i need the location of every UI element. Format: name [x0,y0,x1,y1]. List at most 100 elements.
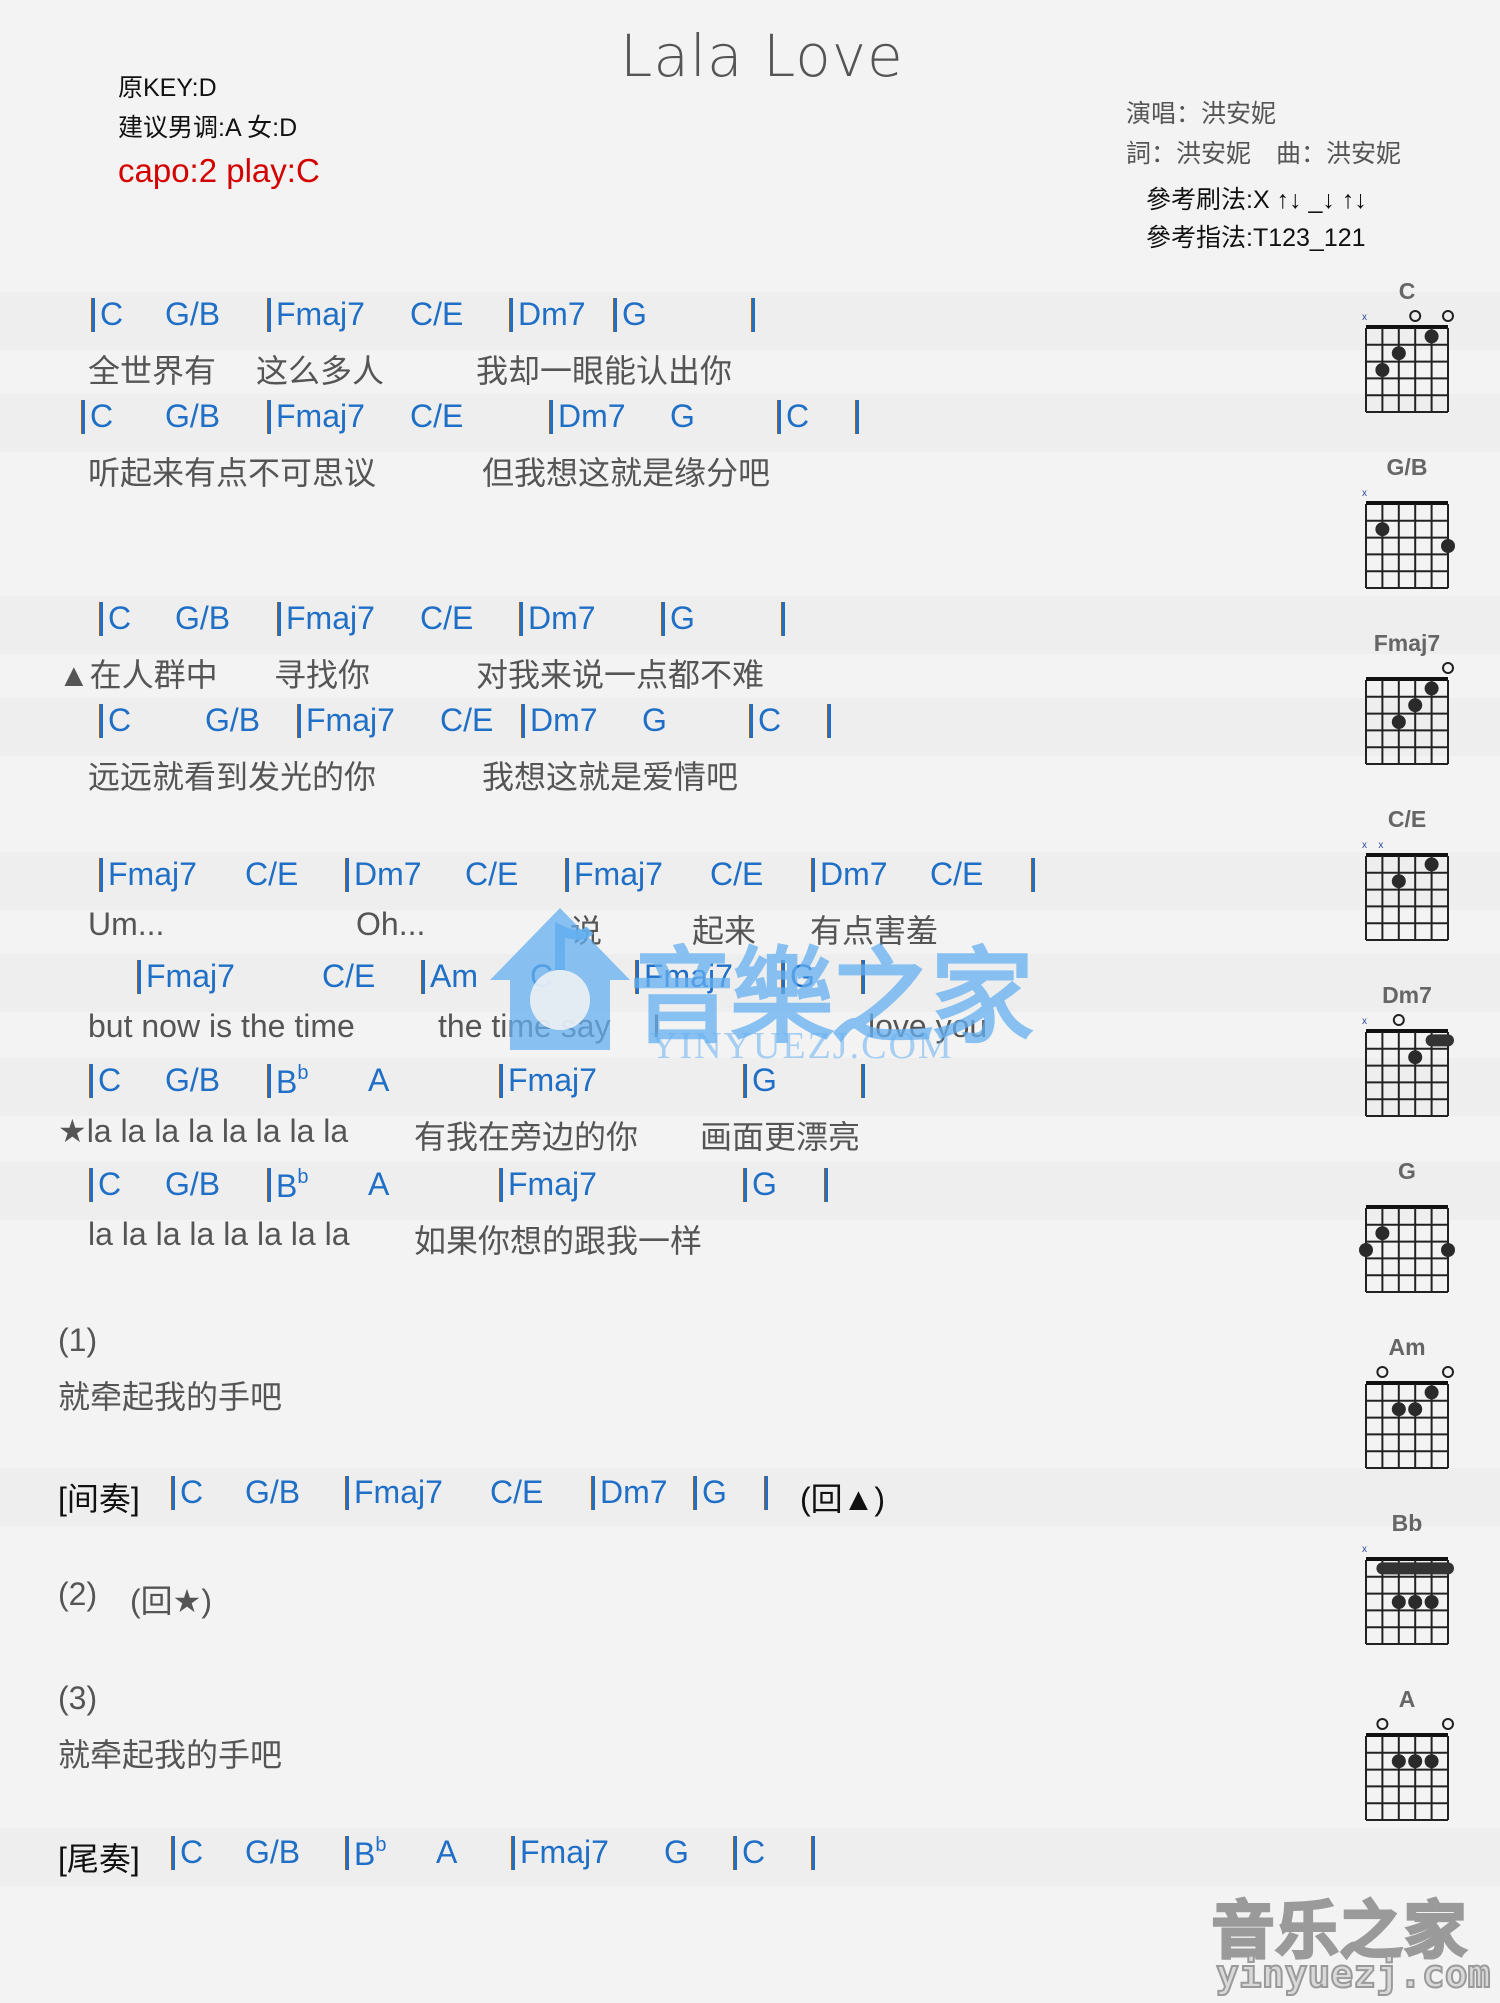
bar-line [744,1064,747,1098]
lyric-segment: 我却一眼能认出你 [476,353,733,389]
chord-name[interactable]: G/B [165,1166,220,1203]
chord-name[interactable]: Fmaj7 [508,1166,597,1203]
chord-name[interactable]: Bb [276,1062,308,1101]
bar-line [268,400,271,434]
chord-name[interactable]: G [670,398,695,435]
chord-name[interactable]: Fmaj7 [520,1834,609,1871]
chord-name[interactable]: Dm7 [558,398,626,435]
chord-name[interactable]: C/E [322,958,375,995]
finger-dot [1391,1402,1406,1417]
chord-name[interactable]: G [642,702,667,739]
lyric-segment: 全世界有 [88,353,217,389]
song-title: Lala Love [620,22,904,90]
interlude-repeat: (回▲) [800,1481,885,1517]
chord-name[interactable]: G/B [245,1834,300,1871]
chord-name[interactable]: C [758,702,781,739]
chord-name[interactable]: C/E [440,702,493,739]
watermark-sub: YINYUEZJ.COM [650,1025,954,1067]
finger-dot [1375,363,1390,377]
lyric-segment: but now is the time [88,1008,355,1044]
bar-line [512,1836,515,1870]
finger-dot [1408,1595,1423,1609]
chord-name[interactable]: C/E [420,600,473,637]
chord-name[interactable]: C/E [710,856,763,893]
lyric-segment: 但我想这就是缘分吧 [482,455,771,491]
background-stripe [0,1468,1500,1526]
chord-name[interactable]: C/E [465,856,518,893]
chord-name[interactable]: Dm7 [354,856,422,893]
chord-name[interactable]: C/E [245,856,298,893]
bar-line [778,400,781,434]
chord-name[interactable]: Dm7 [530,702,598,739]
chord-name[interactable]: Am [430,958,478,995]
chord-name[interactable]: Fmaj7 [286,600,375,637]
chord-name[interactable]: C [98,1062,121,1099]
muted-string-icon: x [1362,312,1367,323]
open-string-icon [1409,310,1422,322]
chord-name[interactable]: G/B [165,296,220,333]
chord-name[interactable]: A [436,1834,457,1871]
bar-line [82,400,85,434]
open-string-icon [1392,1014,1405,1026]
open-string-icon [1376,1718,1389,1730]
chord-name[interactable]: C [108,600,131,637]
bar-line [268,298,271,332]
chord-name[interactable]: C/E [410,296,463,333]
lyric-segment: 画面更漂亮 [700,1119,861,1155]
chord-name[interactable]: Fmaj7 [276,296,365,333]
chord-name[interactable]: C [180,1474,203,1511]
chord-name[interactable]: C [90,398,113,435]
chord-name[interactable]: G/B [245,1474,300,1511]
chord-name[interactable]: G [702,1474,727,1511]
chord-name[interactable]: G [622,296,647,333]
chord-name[interactable]: G/B [205,702,260,739]
muted-string-icon: x [1362,1544,1367,1555]
chord-name[interactable]: G/B [165,1062,220,1099]
background-stripe [0,1162,1500,1220]
chord-name[interactable]: Bb [354,1834,386,1873]
finger-dot [1391,1595,1406,1609]
chord-name[interactable]: Dm7 [820,856,888,893]
chord-name[interactable]: C/E [930,856,983,893]
chord-name[interactable]: Dm7 [600,1474,668,1511]
nut [1366,1557,1448,1561]
chord-name[interactable]: Fmaj7 [574,856,663,893]
chord-name[interactable]: G/B [175,600,230,637]
bar-line [298,704,301,738]
corner-watermark-sub: yinyuezj.com [1215,1951,1492,1997]
chord-name[interactable]: G [670,600,695,637]
chord-name[interactable]: Bb [276,1166,308,1205]
chord-name[interactable]: C [100,296,123,333]
chord-name[interactable]: Dm7 [528,600,596,637]
chord-name[interactable]: Fmaj7 [354,1474,443,1511]
chord-name[interactable]: Dm7 [518,296,586,333]
lyric-segment: 听起来有点不可思议 [88,455,377,491]
chord-name[interactable]: G [752,1166,777,1203]
chord-name[interactable]: A [368,1166,389,1203]
chord-name[interactable]: C [786,398,809,435]
lyric-segment: 有我在旁边的你 [414,1119,639,1155]
lyric-segment: 远远就看到发光的你 [88,759,377,795]
nut [1366,1205,1448,1209]
chord-name[interactable]: C [108,702,131,739]
chord-name[interactable]: C [98,1166,121,1203]
chord-name[interactable]: C/E [490,1474,543,1511]
chord-diagram-name: Am [1388,1334,1426,1360]
chord-name[interactable]: A [368,1062,389,1099]
chord-name[interactable]: Fmaj7 [146,958,235,995]
chord-name[interactable]: G [664,1834,689,1871]
chord-name[interactable]: C [742,1834,765,1871]
finger-dot [1424,857,1439,872]
chord-name[interactable]: C [180,1834,203,1871]
chord-name[interactable]: Fmaj7 [306,702,395,739]
chord-diagram-name: C [1398,278,1416,304]
lyric-segment: ▲在人群中 [58,657,218,693]
chord-name[interactable]: G/B [165,398,220,435]
bar-line [765,1476,768,1510]
lyrics-music-credit: 詞：洪安妮 曲：洪安妮 [1126,140,1402,168]
chord-name[interactable]: Fmaj7 [108,856,197,893]
chord-name[interactable]: Fmaj7 [508,1062,597,1099]
chord-name[interactable]: Fmaj7 [276,398,365,435]
background-stripe [0,292,1500,350]
chord-name[interactable]: C/E [410,398,463,435]
